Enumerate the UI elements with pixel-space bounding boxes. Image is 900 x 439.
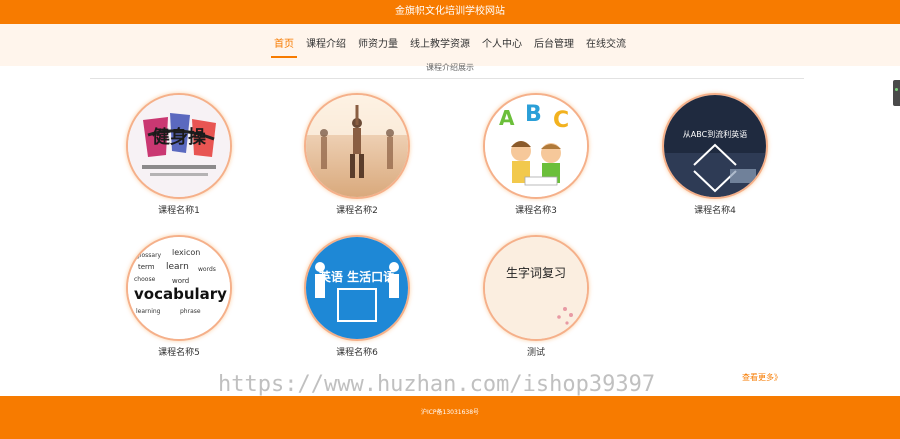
nav-item-admin[interactable]: 后台管理 — [528, 35, 580, 55]
svg-text:term: term — [138, 263, 155, 271]
nav-item-online-resources[interactable]: 线上教学资源 — [404, 35, 476, 55]
page: 金旗帜文化培训学校网站 首页 课程介绍 师资力量 线上教学资源 个人中心 后台管… — [0, 0, 900, 439]
course-image-caption-5: vocabulary word — [134, 285, 230, 303]
site-title: 金旗帜文化培训学校网站 — [395, 6, 505, 17]
svg-text:lexicon: lexicon — [172, 248, 200, 257]
calligraphy-jianshen-image: 健身操 — [128, 95, 230, 197]
course-name-5[interactable]: 课程名称5 — [109, 347, 249, 359]
svg-text:learning: learning — [136, 308, 161, 315]
nav-band: 首页 课程介绍 师资力量 线上教学资源 个人中心 后台管理 在线交流 — [0, 24, 900, 66]
svg-text:glossary: glossary — [136, 252, 162, 259]
course-name-4[interactable]: 课程名称4 — [645, 205, 785, 217]
course-card-4[interactable]: 从ABC到流利英语 课程名称4 — [645, 93, 785, 217]
abc-kids-image: A B C — [485, 95, 587, 197]
svg-text:words: words — [198, 266, 216, 273]
course-thumbnail-2[interactable] — [304, 93, 410, 199]
course-name-2[interactable]: 课程名称2 — [287, 205, 427, 217]
course-thumbnail-1[interactable]: 健身操 — [126, 93, 232, 199]
svg-text:A: A — [499, 106, 515, 130]
course-thumbnail-7[interactable]: 生字词复习 — [483, 235, 589, 341]
svg-text:learn: learn — [166, 262, 189, 272]
course-name-1[interactable]: 课程名称1 — [109, 205, 249, 217]
chinese-review-image: 生字词复习 — [485, 237, 587, 339]
course-thumbnail-3[interactable]: A B C — [483, 93, 589, 199]
svg-text:choose: choose — [134, 276, 156, 283]
course-thumbnail-6[interactable]: 英语 生活口语 — [304, 235, 410, 341]
side-scroll-handle[interactable] — [893, 80, 900, 106]
course-image-caption-1: 健身操 — [152, 126, 207, 148]
course-image-caption-6: 英语 生活口语 — [319, 269, 395, 284]
footer: 沪ICP备13031638号 — [0, 396, 900, 439]
course-name-3[interactable]: 课程名称3 — [466, 205, 606, 217]
course-card-7[interactable]: 生字词复习 测试 — [466, 235, 606, 359]
nav-item-home[interactable]: 首页 — [268, 35, 300, 58]
course-thumbnail-4[interactable]: 从ABC到流利英语 — [662, 93, 768, 199]
course-name-7[interactable]: 测试 — [466, 347, 606, 359]
section-divider — [90, 78, 804, 79]
course-name-6[interactable]: 课程名称6 — [287, 347, 427, 359]
course-card-3[interactable]: A B C 课程名称3 — [466, 93, 606, 217]
english-study-image: 从ABC到流利英语 — [664, 95, 766, 197]
watermark-text: https://www.huzhan.com/ishop39397 — [218, 372, 656, 397]
course-card-6[interactable]: 英语 生活口语 课程名称6 — [287, 235, 427, 359]
course-card-2[interactable]: 课程名称2 — [287, 93, 427, 217]
course-image-caption-4: 从ABC到流利英语 — [683, 129, 747, 139]
nav-item-chat[interactable]: 在线交流 — [580, 35, 632, 55]
svg-text:word: word — [172, 277, 189, 285]
svg-text:phrase: phrase — [180, 308, 201, 315]
course-card-5[interactable]: glossary lexicon term learn words choose… — [109, 235, 249, 359]
course-card-1[interactable]: 健身操 课程名称1 — [109, 93, 249, 217]
svg-text:B: B — [525, 102, 542, 127]
footer-icp: 沪ICP备13031638号 — [420, 409, 480, 416]
nav-item-teachers[interactable]: 师资力量 — [352, 35, 404, 55]
vocabulary-wordcloud-image: glossary lexicon term learn words choose… — [128, 237, 230, 339]
english-oral-image: 英语 生活口语 — [306, 237, 408, 339]
yoga-class-image — [306, 95, 408, 197]
nav-item-courses[interactable]: 课程介绍 — [300, 35, 352, 55]
section-title: 课程介绍展示 — [426, 63, 474, 72]
view-more-link[interactable]: 查看更多》 — [742, 372, 782, 383]
course-thumbnail-5[interactable]: glossary lexicon term learn words choose… — [126, 235, 232, 341]
main-nav: 首页 课程介绍 师资力量 线上教学资源 个人中心 后台管理 在线交流 — [0, 24, 900, 66]
svg-text:C: C — [553, 108, 569, 133]
site-title-bar: 金旗帜文化培训学校网站 — [0, 0, 900, 24]
nav-item-profile[interactable]: 个人中心 — [476, 35, 528, 55]
course-image-caption-7: 生字词复习 — [506, 265, 566, 280]
